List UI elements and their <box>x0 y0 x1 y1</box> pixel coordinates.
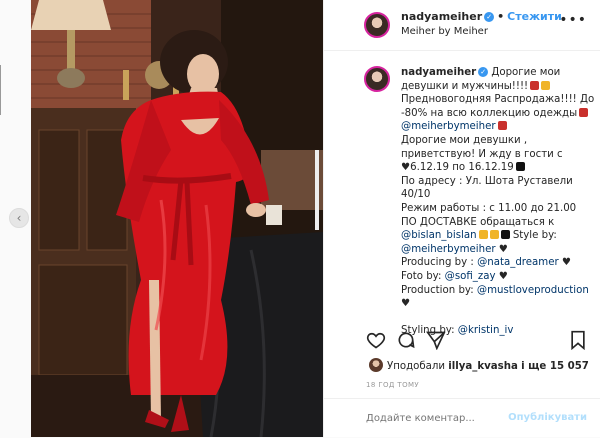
foto-label: Foto by: <box>401 270 442 282</box>
likes-count-link[interactable]: і ще 15 057 <box>521 361 589 372</box>
header-user-line: nadyameiher ✓ • Стежити <box>401 10 562 23</box>
separator-dot: • <box>497 10 505 23</box>
caption-address: По адресу : Ул. Шота Руставели 40/10 <box>401 175 573 201</box>
caption-delivery: ПО ДОСТАВКЕ обращаться к <box>401 216 555 228</box>
caption-username[interactable]: nadyameiher <box>401 67 476 78</box>
verified-icon: ✓ <box>484 12 495 22</box>
emoji-icon <box>541 80 551 90</box>
action-bar <box>324 330 600 356</box>
post-photo-illustration <box>31 0 323 437</box>
comment-icon[interactable] <box>396 330 416 350</box>
caption-dates: ♥6.12.19 по 16.12.19 <box>401 162 514 174</box>
mention-link[interactable]: @meiherbymeiher <box>401 244 496 255</box>
caption-avatar[interactable] <box>364 66 390 92</box>
emoji-icon <box>489 230 499 240</box>
publish-button[interactable]: Опублікувати <box>508 412 587 423</box>
emoji-icon <box>530 80 540 90</box>
emoji-icon <box>500 230 510 240</box>
avatar[interactable] <box>364 12 390 38</box>
share-icon[interactable] <box>426 330 446 350</box>
caption: nadyameiher ✓ Дорогие мои девушки и мужчи… <box>401 67 595 337</box>
mention-link[interactable]: @nata_dreamer <box>477 257 559 268</box>
mention-link[interactable]: @meiherbymeiher <box>401 121 496 132</box>
emoji-icon <box>579 107 589 117</box>
verified-icon: ✓ <box>478 67 489 77</box>
comment-bar: Опублікувати <box>324 398 600 438</box>
more-options-icon[interactable]: ••• <box>559 12 587 28</box>
producing-label: Producing by : <box>401 257 474 269</box>
comment-input[interactable] <box>366 413 516 424</box>
caption-line2: Предновогодняя Распродажа!!!! До -80% на… <box>401 94 595 119</box>
mention-link[interactable]: @bislan_bislan <box>401 230 477 241</box>
header-username[interactable]: nadyameiher <box>401 10 482 23</box>
location-link[interactable]: Meiher by Meiher <box>401 26 488 37</box>
caption-line3: Дорогие мои девушки , приветствую! И жду… <box>401 134 563 160</box>
post-photo[interactable] <box>31 0 323 437</box>
style-label: Style by: <box>512 230 557 242</box>
post-timestamp[interactable]: 18 ГОД ТОМУ <box>366 381 419 389</box>
likes-user-link[interactable]: illya_kvasha <box>448 361 518 372</box>
emoji-icon <box>478 230 488 240</box>
likes-summary: Уподобали illya_kvasha і ще 15 057 <box>387 361 589 372</box>
follow-button[interactable]: Стежити <box>507 10 562 23</box>
post-sidebar: nadyameiher ✓ • Стежити Meiher by Meiher ••… <box>323 0 600 437</box>
production-label: Production by: <box>401 284 474 296</box>
heart-icon[interactable] <box>366 330 386 350</box>
instagram-post-view: ‹ nadyameiher ✓ • Стежити Meiher by Meih… <box>0 0 600 437</box>
emoji-icon <box>515 162 525 172</box>
liker-avatar[interactable] <box>369 358 383 372</box>
carousel-prev-icon[interactable]: ‹ <box>9 208 29 228</box>
divider <box>0 65 1 115</box>
bookmark-icon[interactable] <box>568 330 588 350</box>
post-header: nadyameiher ✓ • Стежити Meiher by Meiher ••… <box>324 0 600 51</box>
caption-hours: Режим работы : с 11.00 до 21.00 <box>401 202 577 214</box>
emoji-icon <box>497 121 507 131</box>
mention-link[interactable]: @sofi_zay <box>445 271 496 282</box>
mention-link[interactable]: @mustloveproduction <box>477 285 589 296</box>
likes-prefix: Уподобали <box>387 361 446 372</box>
